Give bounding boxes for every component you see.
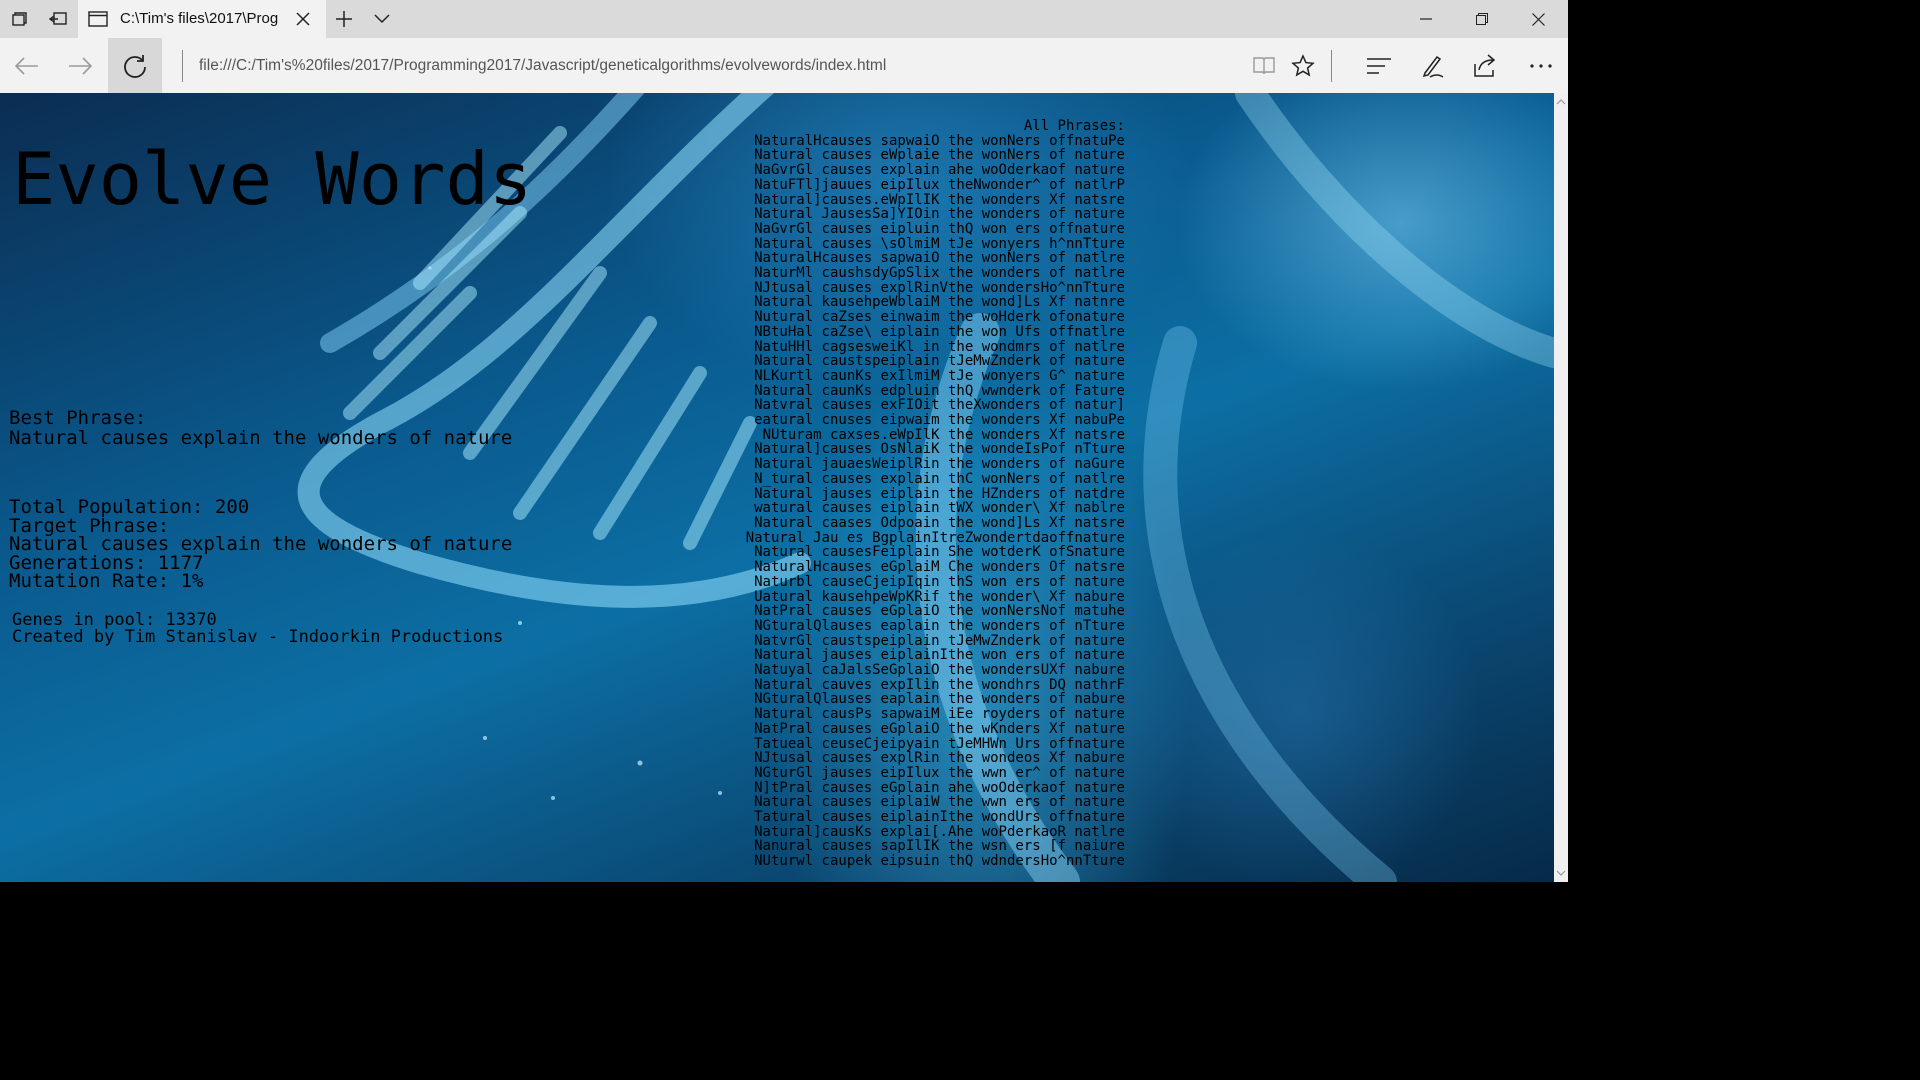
page-title: Evolve Words <box>12 137 533 221</box>
phrase-item: NUturwl caupek eipsuin thQ wdndersHo^nnT… <box>754 853 1125 870</box>
page-viewport: Evolve Words Best Phrase: Natural causes… <box>0 93 1554 882</box>
phrase-item: Natural causes \sOlmiM tJe wonyers h^nnT… <box>754 235 1125 252</box>
mutation-rate: Mutation Rate: 1% <box>9 570 204 592</box>
phrase-item: NGturalQlauses eaplain the wonders of nT… <box>754 617 1125 634</box>
new-tab-icon[interactable] <box>334 9 354 29</box>
phrase-item: Tatueal ceuseCjeipyain tJeMHWn Urs offna… <box>754 735 1125 752</box>
scroll-up-icon[interactable] <box>1554 95 1568 109</box>
phrase-item: Natural causes eWplaie the wonNers of na… <box>754 147 1125 164</box>
set-aside-tabs-icon[interactable] <box>47 9 69 29</box>
more-icon[interactable] <box>1527 53 1555 79</box>
phrase-item: NJtusal causes explRinVthe wondersHo^nnT… <box>754 279 1125 296</box>
phrase-item: Nutural caZses einwaim the woHderk ofona… <box>754 309 1125 326</box>
phrase-item: NaGvrGl causes explain ahe woOderkaof na… <box>754 162 1125 179</box>
phrase-item: Tatural causes eiplainIthe wondUrs offna… <box>754 809 1125 826</box>
phrase-item: Natural causPs sapwaiM iEe royders of na… <box>754 706 1125 723</box>
phrase-item: Natural causesFeiplain She wotderK ofSna… <box>754 544 1125 561</box>
vertical-scrollbar[interactable] <box>1554 93 1568 882</box>
tab-strip: C:\Tim's files\2017\Prog <box>0 0 1568 38</box>
phrase-item: NaturalHcauses sapwaiO the wonNers offna… <box>754 132 1125 149</box>
page-icon <box>88 10 108 28</box>
phrase-item: Natural Jau es BgplainItreZwondertdaoffn… <box>745 529 1125 546</box>
refresh-button[interactable] <box>108 38 162 93</box>
phrase-list: NaturalHcauses sapwaiO the wonNers offna… <box>700 132 1125 870</box>
minimize-icon[interactable] <box>1416 9 1436 29</box>
phrase-item: NaGvrGl causes eipluin thQ won ers offna… <box>754 220 1125 237</box>
phrase-item: Natural]causKs explai[.Ahe woPderkaoR na… <box>754 823 1125 840</box>
phrase-item: Natural jauaesWeiplRin the wonders of na… <box>754 456 1125 473</box>
phrase-item: NBtuHal caZse\ eiplain the won Ufs offna… <box>754 323 1125 340</box>
forward-icon[interactable] <box>67 53 93 79</box>
phrase-item: Natural caunKs edpluin thQ wwnderk of Fa… <box>754 382 1125 399</box>
best-phrase-label: Best Phrase: <box>9 407 147 429</box>
phrase-item: Natvral causes exFIOit theXwonders of na… <box>754 397 1125 414</box>
phrase-item: Natural caases Odpoain the wond]Ls Xf na… <box>754 514 1125 531</box>
phrase-item: NaturalHcauses sapwaiO the wonNers of na… <box>754 250 1125 267</box>
phrase-item: Natural]causes OsNlaiK the wondeIsPof nT… <box>754 441 1125 458</box>
phrase-item: NatuFTl]jauues eipIlux theNwonder^ of na… <box>754 176 1125 193</box>
phrase-item: NatPral causes eGplaiO the wKnders Xf na… <box>754 720 1125 737</box>
phrase-item: Natural JausesSa]YIOin the wonders of na… <box>754 206 1125 223</box>
phrase-item: NJtusal causes explRin the wondeos Xf na… <box>754 750 1125 767</box>
phrase-item: NatvrGl caustspeiplain tJeMwZnderk of na… <box>754 632 1125 649</box>
phrase-item: NGturGl jauses eipIlux the wwn er^ of na… <box>754 764 1125 781</box>
phrase-item: Natuyal caJalsSeGplaiO the wondersUXf na… <box>754 662 1125 679</box>
web-note-icon[interactable] <box>1420 52 1446 80</box>
phrase-item: Nanural causes sapIlIK the wsn ers [f na… <box>754 838 1125 855</box>
phrase-item: Natural cauves expIlin the wondhrs DQ na… <box>754 676 1125 693</box>
phrase-item: NaturalHcauses eGplaiM Che wonders Of na… <box>754 559 1125 576</box>
divider <box>182 50 183 82</box>
close-tab-icon[interactable] <box>294 10 312 28</box>
phrase-item: N_tural causes explain thC wonNers of na… <box>754 470 1125 487</box>
phrase-item: NaturMl caushsdyGpSlix the wonders of na… <box>754 265 1125 282</box>
navigation-bar: file:///C:/Tim's%20files/2017/Programmin… <box>0 38 1568 94</box>
phrase-item: Natural jauses eiplain the HZnders of na… <box>754 485 1125 502</box>
tab-title: C:\Tim's files\2017\Prog <box>120 10 279 27</box>
phrase-item: NGturalQlauses eaplain the wonders of na… <box>754 691 1125 708</box>
phrase-item: watural causes eiplain tWX wonder\ Xf na… <box>754 500 1125 517</box>
address-field[interactable]: file:///C:/Tim's%20files/2017/Programmin… <box>199 57 886 75</box>
phrase-item: N]tPral causes eGplain ahe woOderkaof na… <box>754 779 1125 796</box>
phrase-item: Uatural kausehpeWpKRif the wonder\ Xf na… <box>754 588 1125 605</box>
phrase-item: Natural jauses eiplainIthe won ers of na… <box>754 647 1125 664</box>
tab-active[interactable]: C:\Tim's files\2017\Prog <box>78 0 326 38</box>
phrase-item: Natural causes eiplaiW the wwn ers of na… <box>754 794 1125 811</box>
tabs-aside-icon[interactable] <box>8 9 30 29</box>
phrase-item: eatural cnuses eipwaim the wonders Xf na… <box>754 412 1125 429</box>
phrase-item: Natural]causes.eWpIlIK the wonders Xf na… <box>754 191 1125 208</box>
share-icon[interactable] <box>1473 53 1499 79</box>
scroll-down-icon[interactable] <box>1554 866 1568 880</box>
phrase-item: NUturam caxses.eWpIlK the wonders Xf nat… <box>762 426 1125 443</box>
phrase-item: NatPral causes eGplaiO the wonNersNof ma… <box>754 603 1125 620</box>
tab-preview-chevron-icon[interactable] <box>372 9 392 29</box>
back-icon[interactable] <box>14 53 40 79</box>
phrase-item: NatuHHl cagsesweiKl in the wondmrs of na… <box>754 338 1125 355</box>
phrase-item: Natural caustspeiplain tJeMwZnderk of na… <box>754 353 1125 370</box>
hub-icon[interactable] <box>1365 54 1393 78</box>
favorite-star-icon[interactable] <box>1290 53 1316 79</box>
best-phrase: Natural causes explain the wonders of na… <box>9 427 513 449</box>
all-phrases-label: All Phrases: <box>1023 118 1125 134</box>
phrase-item: Naturbl causeCjeipIqin thS won ers of na… <box>754 573 1125 590</box>
reading-view-icon[interactable] <box>1251 54 1277 78</box>
divider <box>1331 50 1332 82</box>
phrase-item: Natural kausehpeWblaiM the wond]Ls Xf na… <box>754 294 1125 311</box>
credit-text: Created by Tim Stanislav - Indoorkin Pro… <box>12 627 504 647</box>
close-window-icon[interactable] <box>1528 9 1548 29</box>
restore-icon[interactable] <box>1472 9 1492 29</box>
refresh-icon <box>124 54 146 78</box>
phrase-item: NLKurtl caunKs exIlmiM tJe wonyers G^ na… <box>754 367 1125 384</box>
all-phrases-panel: All Phrases: NaturalHcauses sapwaiO the … <box>700 119 1125 869</box>
